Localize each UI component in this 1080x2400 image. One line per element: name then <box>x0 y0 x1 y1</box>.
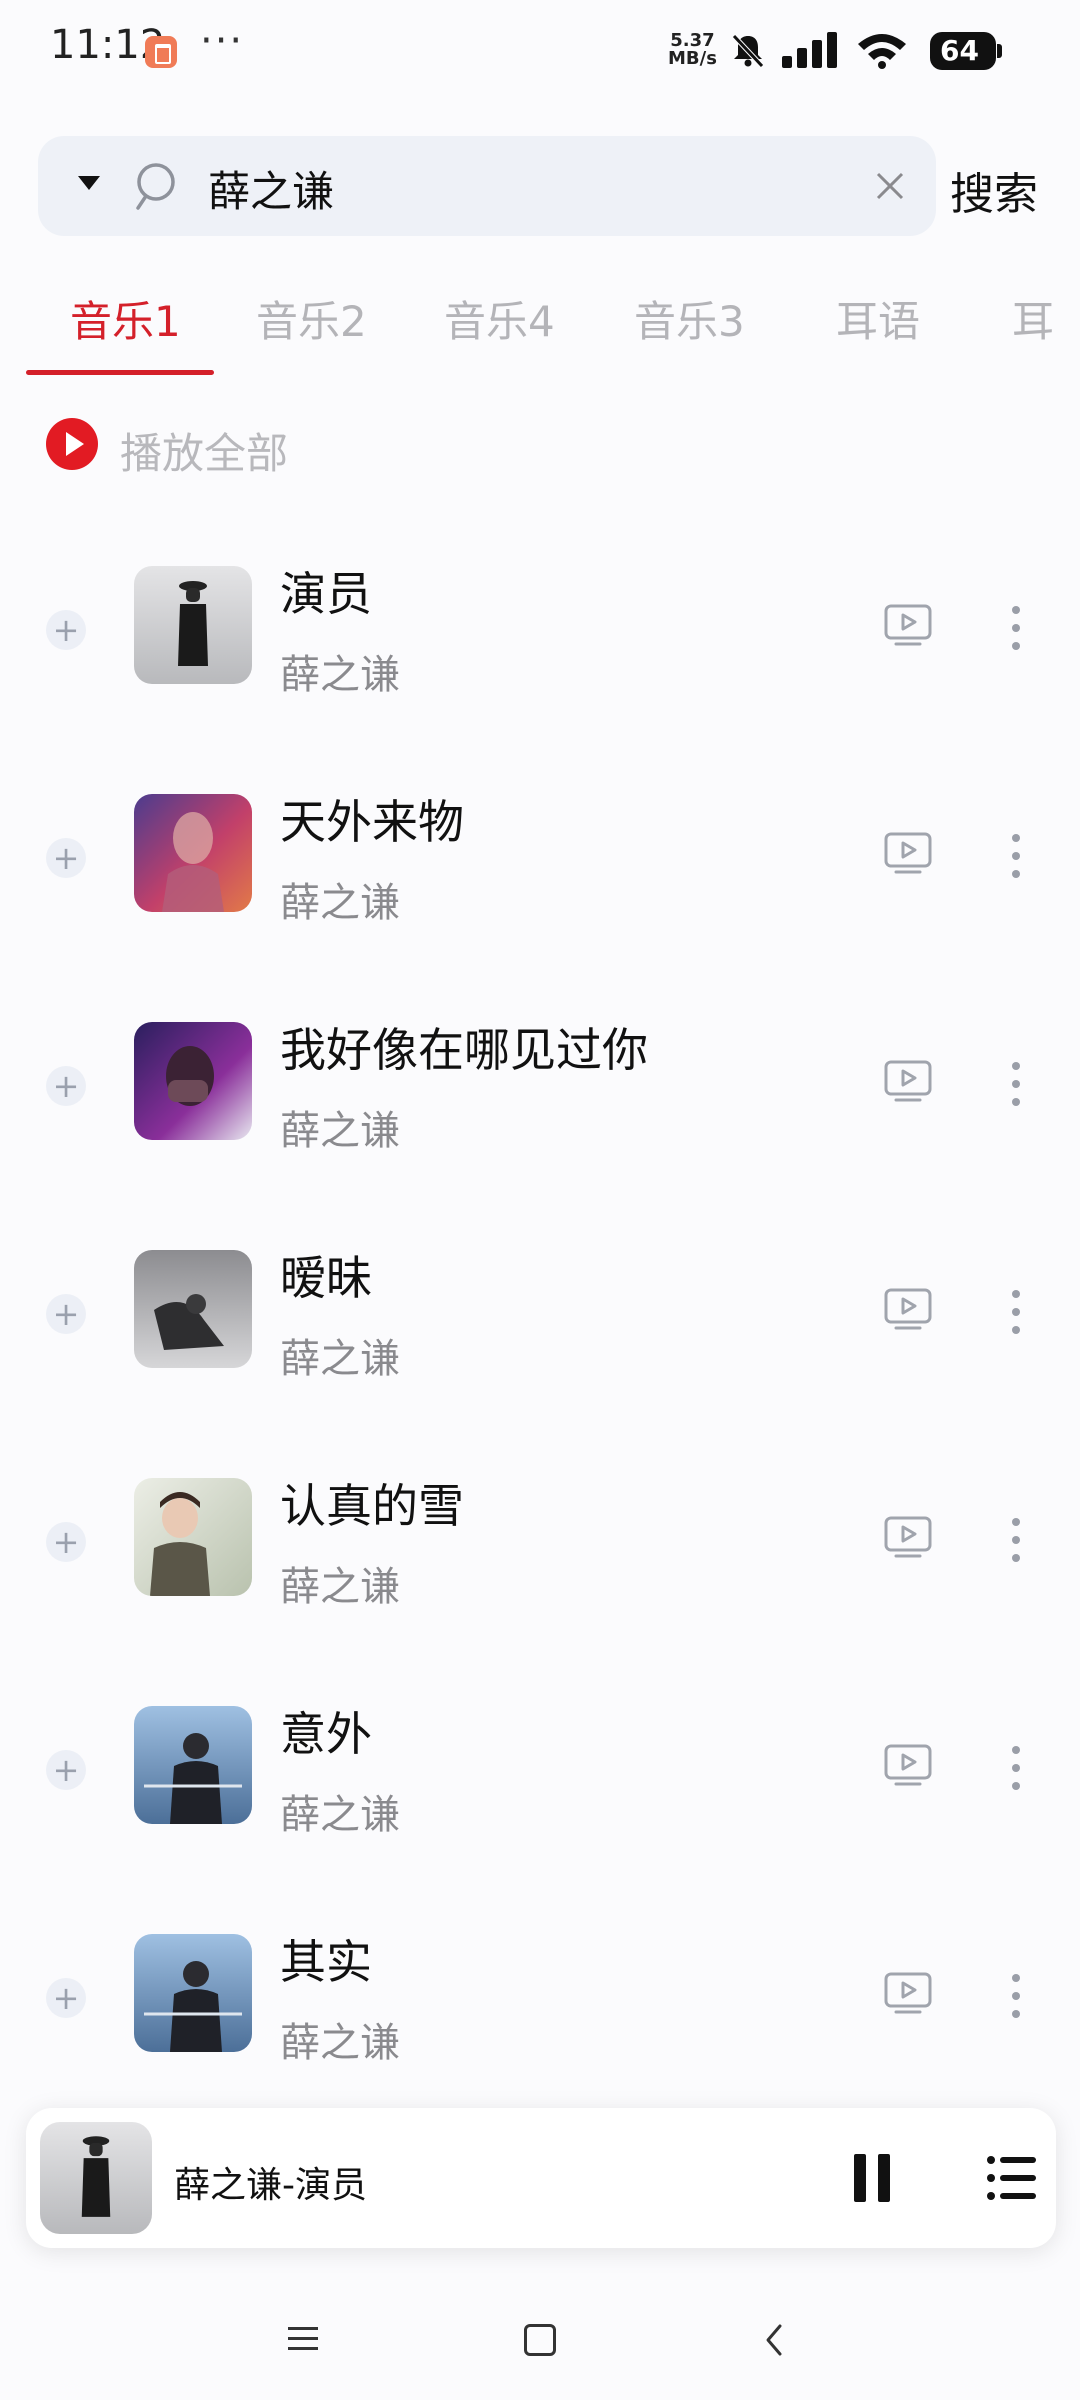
tab-music-4[interactable]: 音乐4 <box>444 288 555 349</box>
mv-video-icon[interactable] <box>884 1060 932 1102</box>
mv-video-icon[interactable] <box>884 604 932 646</box>
song-artist: 薛之谦 <box>280 1336 400 1382</box>
search-icon <box>136 163 175 210</box>
album-cover <box>134 1706 252 1824</box>
song-title: 暧昧 <box>280 1251 372 1305</box>
app-notification-icon <box>145 36 177 68</box>
song-title: 意外 <box>280 1707 372 1761</box>
recents-icon[interactable] <box>288 2326 318 2352</box>
song-row[interactable]: + 其实 薛之谦 <box>0 1888 1080 2116</box>
add-to-playlist-icon[interactable]: + <box>46 1978 86 2018</box>
album-cover <box>134 1934 252 2052</box>
wifi-icon <box>858 34 906 69</box>
search-input[interactable] <box>208 164 728 213</box>
song-row[interactable]: + 认真的雪 薛之谦 <box>0 1432 1080 1660</box>
add-to-playlist-icon[interactable]: + <box>46 610 86 650</box>
more-notifications-icon: ··· <box>200 18 245 64</box>
album-cover <box>134 794 252 912</box>
tab-whisper[interactable]: 耳语 <box>836 288 920 349</box>
bell-muted-icon <box>732 34 764 68</box>
status-bar: 11:12 ··· 5.37 MB/s 64 <box>0 0 1080 100</box>
playlist-icon[interactable] <box>986 2152 1038 2204</box>
song-title: 其实 <box>280 1935 372 1989</box>
play-all-icon[interactable] <box>46 418 98 470</box>
song-title: 认真的雪 <box>280 1479 464 1533</box>
network-speed-unit: MB/s <box>668 48 717 69</box>
mv-video-icon[interactable] <box>884 1288 932 1330</box>
song-row[interactable]: + 我好像在哪见过你 薛之谦 <box>0 976 1080 1204</box>
more-options-icon[interactable] <box>1006 1060 1026 1108</box>
home-icon[interactable] <box>524 2324 556 2356</box>
category-tabs: 音乐1 音乐2 音乐4 音乐3 耳语 耳 <box>0 270 1080 380</box>
tab-partial[interactable]: 耳 <box>1012 288 1054 349</box>
song-row[interactable]: + 演员 薛之谦 <box>0 520 1080 748</box>
song-title: 演员 <box>280 567 372 621</box>
back-icon[interactable] <box>762 2322 786 2358</box>
more-options-icon[interactable] <box>1006 1744 1026 1792</box>
more-options-icon[interactable] <box>1006 1972 1026 2020</box>
song-artist: 薛之谦 <box>280 1108 400 1154</box>
song-artist: 薛之谦 <box>280 2020 400 2066</box>
tab-music-3[interactable]: 音乐3 <box>634 288 745 349</box>
song-title: 我好像在哪见过你 <box>280 1023 648 1077</box>
add-to-playlist-icon[interactable]: + <box>46 838 86 878</box>
song-artist: 薛之谦 <box>280 1792 400 1838</box>
song-row[interactable]: + 天外来物 薛之谦 <box>0 748 1080 976</box>
now-playing-title[interactable]: 薛之谦-演员 <box>174 2156 367 2208</box>
album-cover <box>134 1022 252 1140</box>
add-to-playlist-icon[interactable]: + <box>46 1522 86 1562</box>
more-options-icon[interactable] <box>1006 832 1026 880</box>
mv-video-icon[interactable] <box>884 1972 932 2014</box>
add-to-playlist-icon[interactable]: + <box>46 1066 86 1106</box>
album-cover <box>134 1250 252 1368</box>
search-type-dropdown-icon[interactable] <box>78 176 100 190</box>
more-options-icon[interactable] <box>1006 1516 1026 1564</box>
mv-video-icon[interactable] <box>884 832 932 874</box>
song-artist: 薛之谦 <box>280 652 400 698</box>
battery-indicator: 64 <box>930 32 1002 70</box>
battery-level: 64 <box>940 34 979 67</box>
add-to-playlist-icon[interactable]: + <box>46 1750 86 1790</box>
song-artist: 薛之谦 <box>280 880 400 926</box>
tab-indicator <box>26 370 214 375</box>
search-box[interactable] <box>38 136 936 236</box>
now-playing-cover[interactable] <box>40 2122 152 2234</box>
tab-music-2[interactable]: 音乐2 <box>256 288 367 349</box>
album-cover <box>134 1478 252 1596</box>
song-row[interactable]: + 暧昧 薛之谦 <box>0 1204 1080 1432</box>
network-speed: 5.37 MB/s <box>668 32 717 68</box>
album-cover <box>134 566 252 684</box>
play-all-button[interactable]: 播放全部 <box>120 420 288 481</box>
clear-icon[interactable] <box>870 166 910 206</box>
system-nav-bar <box>0 2276 1080 2400</box>
mv-video-icon[interactable] <box>884 1744 932 1786</box>
song-title: 天外来物 <box>280 795 464 849</box>
song-row[interactable]: + 意外 薛之谦 <box>0 1660 1080 1888</box>
mv-video-icon[interactable] <box>884 1516 932 1558</box>
more-options-icon[interactable] <box>1006 604 1026 652</box>
signal-icon <box>782 32 837 68</box>
more-options-icon[interactable] <box>1006 1288 1026 1336</box>
search-button[interactable]: 搜索 <box>950 158 1038 222</box>
tab-music-1[interactable]: 音乐1 <box>70 288 181 349</box>
add-to-playlist-icon[interactable]: + <box>46 1294 86 1334</box>
mini-player[interactable]: 薛之谦-演员 <box>26 2108 1056 2248</box>
song-artist: 薛之谦 <box>280 1564 400 1610</box>
pause-icon[interactable] <box>852 2154 892 2202</box>
